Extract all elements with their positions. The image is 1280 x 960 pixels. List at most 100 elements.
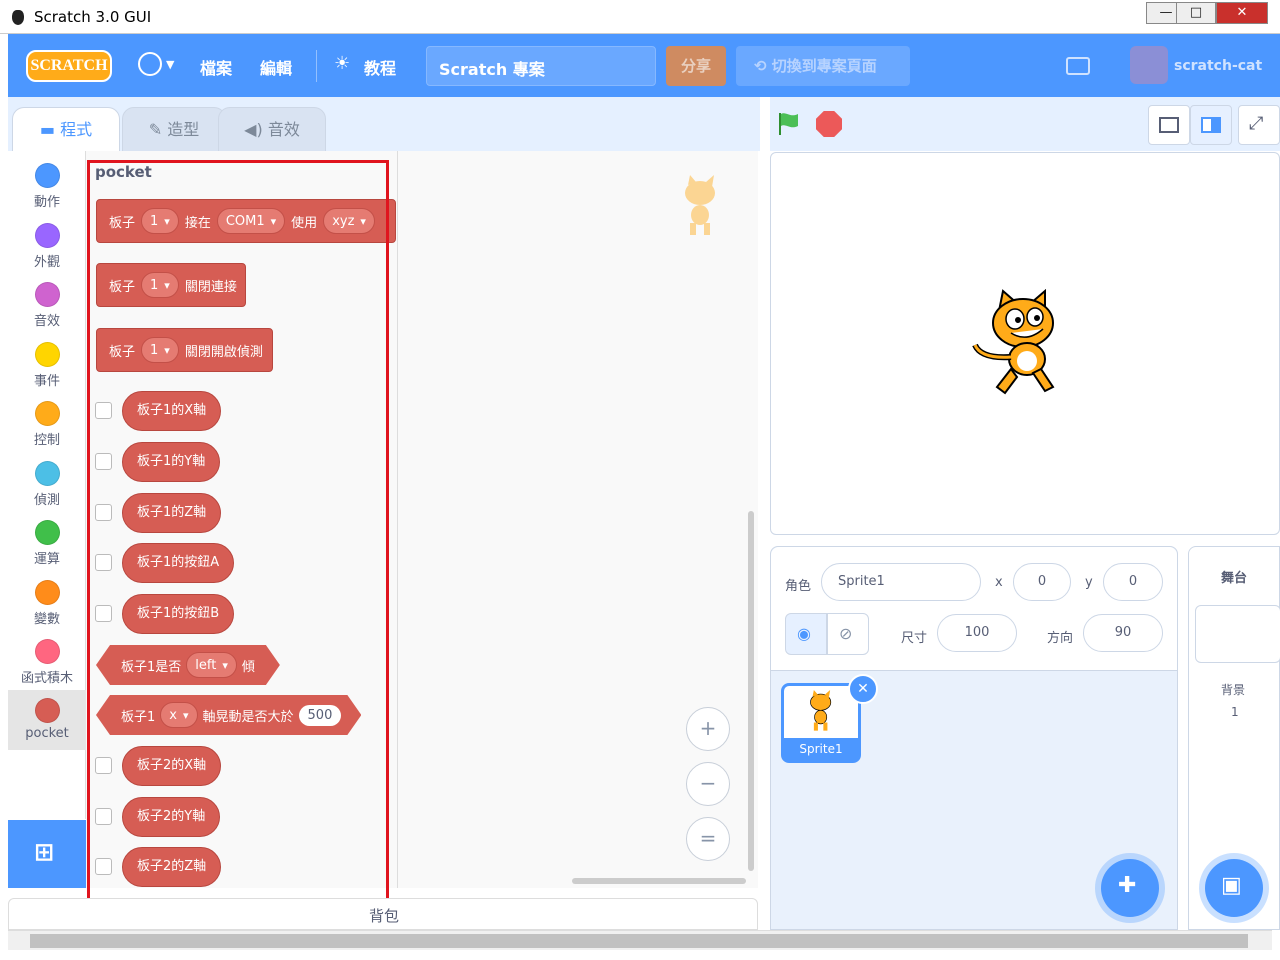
small-stage-icon [1159, 117, 1179, 133]
small-stage-button[interactable] [1148, 105, 1190, 145]
window-title: Scratch 3.0 GUI [34, 8, 152, 26]
backpack-label: 背包 [369, 907, 400, 925]
x-input[interactable]: 0 [1013, 563, 1071, 601]
stop-icon[interactable] [816, 111, 842, 137]
menu-file[interactable]: 檔案 [200, 55, 232, 79]
sprite-pane: 角色 Sprite1 x 0 y 0 ◉ ⊘ 尺寸 100 方向 90 Spri… [770, 546, 1178, 930]
code-workspace[interactable]: + − = [398, 151, 758, 888]
large-stage-button[interactable] [1190, 105, 1232, 145]
category-dot [34, 401, 60, 426]
sprite-thumbnail-name: Sprite1 [784, 738, 858, 760]
stage-selector[interactable]: 舞台 背景 1 ▣ [1188, 546, 1280, 930]
category-dot [34, 639, 60, 664]
fullscreen-icon: ⤢ [1249, 113, 1264, 134]
category-dot [34, 282, 60, 307]
workspace-horizontal-scrollbar[interactable] [572, 878, 746, 884]
username[interactable]: scratch-cat [1174, 58, 1262, 74]
tab-code[interactable]: ▬ 程式 [12, 107, 120, 154]
sprite-thumbnail-cat [810, 690, 832, 731]
category-label: 音效 [33, 314, 60, 329]
image-plus-icon: ▣ [1221, 873, 1242, 898]
category-motion[interactable]: 動作 [8, 155, 86, 213]
size-input[interactable]: 100 [937, 614, 1017, 652]
window-horizontal-scrollbar[interactable] [8, 930, 1272, 950]
category-dot [34, 223, 60, 248]
zoom-out-button[interactable]: − [686, 762, 730, 806]
globe-icon[interactable] [138, 52, 162, 76]
y-label: y [1085, 575, 1093, 590]
scratch-logo[interactable]: SCRATCH [26, 50, 112, 82]
cat-plus-icon: ✚ [1118, 873, 1137, 898]
add-sprite-button[interactable]: ✚ [1101, 859, 1159, 917]
x-label: x [995, 575, 1003, 590]
direction-input[interactable]: 90 [1083, 614, 1163, 652]
category-dot [34, 342, 60, 367]
maximize-button[interactable]: □ [1176, 2, 1216, 24]
backpack[interactable]: 背包 [8, 898, 758, 930]
backdrops-label: 背景 [1221, 683, 1246, 697]
sprite-cat [972, 289, 1055, 395]
title-bar: Scratch 3.0 GUI — □ ✕ [0, 0, 1280, 34]
fullscreen-button[interactable]: ⤢ [1238, 105, 1280, 145]
stage-canvas[interactable] [770, 152, 1280, 535]
category-dot [34, 461, 60, 486]
tab-costumes-label: 造型 [167, 120, 200, 139]
sprite-name-input[interactable]: Sprite1 [821, 563, 981, 601]
show-sprite-button[interactable]: ◉ [785, 613, 827, 655]
see-project-page-button[interactable]: ⟲ 切換到專案頁面 [736, 46, 910, 86]
category-looks[interactable]: 外觀 [8, 215, 86, 273]
tab-sounds[interactable]: ◀) 音效 [218, 107, 326, 153]
category-pocket[interactable]: pocket [8, 690, 86, 750]
green-flag-icon[interactable] [776, 111, 802, 137]
category-events[interactable]: 事件 [8, 334, 86, 392]
scrollbar-thumb[interactable] [30, 934, 1248, 948]
category-label: 外觀 [33, 255, 60, 270]
brush-icon: ✎ [148, 120, 168, 139]
see-project-label: 切換到專案頁面 [771, 57, 877, 75]
category-label: pocket [25, 726, 69, 741]
category-variables[interactable]: 變數 [8, 572, 86, 630]
highlight-box [87, 160, 389, 902]
category-sound[interactable]: 音效 [8, 274, 86, 332]
zoom-in-button[interactable]: + [686, 707, 730, 751]
menu-tutorials[interactable]: 教程 [364, 55, 396, 79]
add-extension-button[interactable]: ⊞ [8, 820, 86, 888]
category-dot [34, 580, 60, 605]
tab-costumes[interactable]: ✎ 造型 [122, 107, 226, 153]
zoom-reset-button[interactable]: = [686, 817, 730, 861]
stage-thumbnail[interactable] [1195, 605, 1280, 663]
share-button[interactable]: 分享 [666, 46, 726, 86]
project-title-input[interactable]: Scratch 專案 [426, 46, 656, 86]
trash-icon: ✕ [857, 681, 869, 697]
category-dot [34, 163, 60, 188]
tab-code-label: 程式 [60, 120, 93, 139]
menu-edit[interactable]: 編輯 [260, 55, 292, 79]
y-input[interactable]: 0 [1103, 563, 1163, 601]
category-menu: 動作 外觀 音效 事件 控制 偵測 運算 變數 函式積木 pocket [8, 151, 86, 819]
close-button[interactable]: ✕ [1216, 2, 1268, 24]
swap-icon: ⟲ [754, 57, 772, 75]
hide-sprite-button[interactable]: ⊘ [827, 613, 869, 655]
add-backdrop-button[interactable]: ▣ [1205, 859, 1263, 917]
delete-sprite-button[interactable]: ✕ [848, 674, 878, 704]
sprite-thumbnail[interactable]: Sprite1 ✕ [781, 674, 878, 763]
direction-label: 方向 [1047, 631, 1074, 646]
app-window: Scratch 3.0 GUI — □ ✕ SCRATCH ▼ 檔案 編輯 ☀ … [0, 0, 1280, 960]
category-my-blocks[interactable]: 函式積木 [8, 631, 86, 689]
speaker-icon: ◀) [244, 120, 268, 139]
category-dot [34, 698, 60, 723]
category-operators[interactable]: 運算 [8, 512, 86, 570]
workspace-vertical-scrollbar[interactable] [748, 511, 754, 871]
folder-icon[interactable] [1066, 57, 1090, 75]
sprite-info: 角色 Sprite1 x 0 y 0 ◉ ⊘ 尺寸 100 方向 90 [771, 547, 1177, 671]
backdrops-count: 1 [1231, 705, 1239, 719]
category-label: 變數 [33, 612, 60, 627]
eye-icon: ◉ [797, 624, 811, 643]
stage-title: 舞台 [1221, 571, 1248, 586]
avatar[interactable] [1130, 46, 1168, 84]
category-sensing[interactable]: 偵測 [8, 453, 86, 511]
menu-bar: SCRATCH ▼ 檔案 編輯 ☀ 教程 Scratch 專案 分享 ⟲ 切換到… [8, 34, 1280, 97]
category-label: 動作 [33, 195, 60, 210]
large-stage-icon [1201, 117, 1221, 133]
category-control[interactable]: 控制 [8, 393, 86, 451]
